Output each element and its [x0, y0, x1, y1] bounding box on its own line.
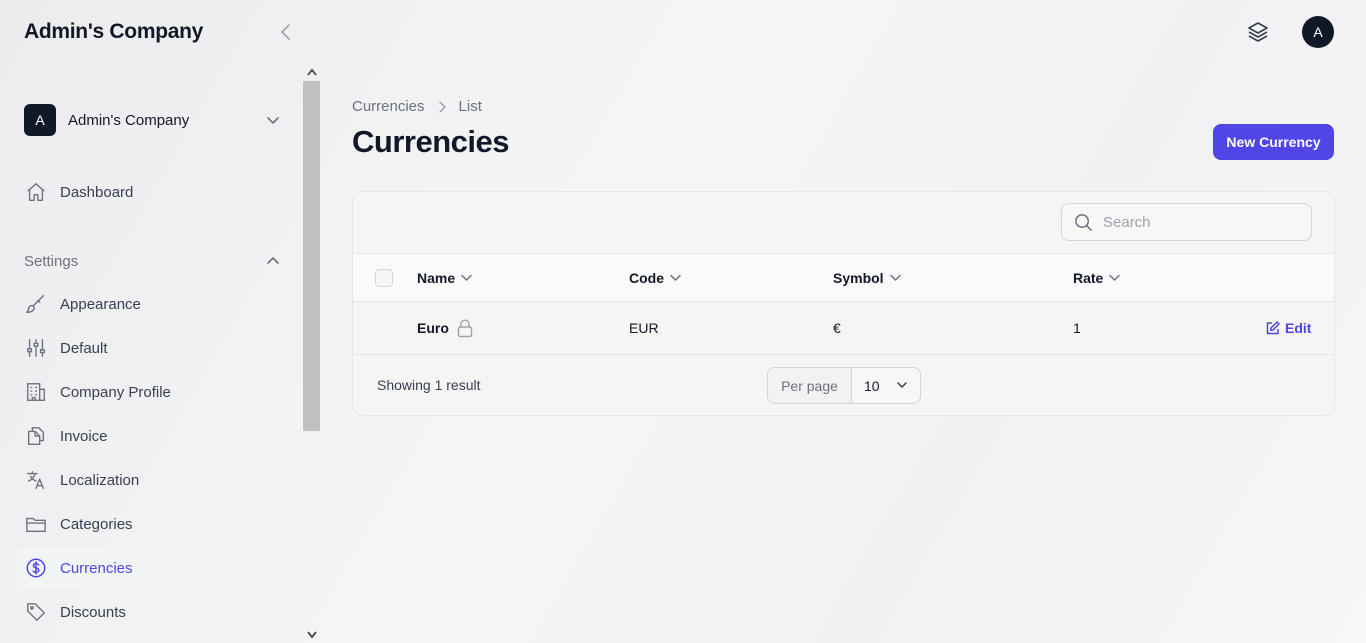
- sidebar-item-label: Appearance: [60, 295, 141, 313]
- sliders-icon: [24, 336, 48, 360]
- column-header-symbol[interactable]: Symbol: [833, 254, 901, 301]
- sort-chevron-icon: [1109, 274, 1121, 282]
- folder-icon: [24, 512, 48, 536]
- sidebar-item-appearance[interactable]: Appearance: [16, 284, 286, 324]
- company-name: Admin's Company: [68, 111, 190, 129]
- user-avatar[interactable]: A: [1302, 16, 1334, 48]
- sidebar-item-currencies[interactable]: Currencies: [16, 548, 286, 588]
- sidebar-item-label: Categories: [60, 515, 133, 533]
- sidebar-item-localization[interactable]: Localization: [16, 460, 286, 500]
- sidebar-item-label: Default: [60, 339, 108, 357]
- sort-chevron-icon: [670, 274, 681, 282]
- table-row: Euro EUR € 1 Edit: [353, 302, 1334, 355]
- brand-title: Admin's Company: [24, 20, 204, 43]
- chevron-down-icon: [896, 379, 908, 391]
- scroll-up-button[interactable]: [303, 64, 320, 80]
- company-avatar: A: [24, 104, 56, 136]
- sidebar-item-label: Currencies: [60, 559, 133, 577]
- chevron-down-icon: [267, 117, 279, 124]
- per-page-value: 10: [864, 377, 880, 394]
- table-footer: Showing 1 result Per page 10: [353, 355, 1334, 415]
- company-switcher[interactable]: A Admin's Company: [24, 104, 280, 136]
- sidebar-item-company-profile[interactable]: Company Profile: [16, 372, 286, 412]
- currency-name: Euro: [417, 320, 449, 336]
- column-header-label: Name: [417, 269, 456, 286]
- triangle-down-icon: [306, 631, 317, 639]
- sidebar-item-label: Invoice: [60, 427, 108, 445]
- sort-chevron-icon: [889, 274, 901, 282]
- sidebar-item-label: Discounts: [60, 603, 126, 621]
- edit-button[interactable]: Edit: [1266, 302, 1311, 354]
- layers-button[interactable]: [1244, 18, 1272, 46]
- search-icon: [1075, 213, 1092, 231]
- settings-group-label: Settings: [24, 252, 79, 270]
- breadcrumb: Currencies List: [352, 98, 482, 115]
- language-icon: [24, 468, 48, 492]
- sort-chevron-icon: [461, 274, 472, 282]
- sidebar-item-label: Localization: [60, 471, 140, 489]
- lock-icon: [457, 318, 473, 338]
- document-duplicate-icon: [24, 424, 48, 448]
- per-page-control: Per page 10: [767, 367, 921, 404]
- sidebar-item-dashboard[interactable]: Dashboard: [16, 172, 286, 212]
- page-title: Currencies: [352, 124, 509, 159]
- column-header-code[interactable]: Code: [629, 254, 681, 301]
- per-page-label: Per page: [768, 368, 852, 403]
- search-field[interactable]: [1061, 203, 1312, 241]
- currency-dollar-icon: [24, 556, 48, 580]
- sidebar-scrollbar[interactable]: [303, 64, 320, 643]
- collapse-sidebar-button[interactable]: [274, 20, 296, 44]
- column-header-label: Rate: [1073, 269, 1104, 286]
- currencies-table-card: Name Code Symbol Rate Euro EUR € 1 Edit: [352, 191, 1335, 416]
- select-all-checkbox[interactable]: [375, 269, 393, 287]
- building-icon: [24, 380, 48, 404]
- cell-rate: 1: [1073, 320, 1081, 336]
- search-input[interactable]: [1103, 213, 1293, 231]
- scroll-down-button[interactable]: [303, 627, 320, 643]
- chevron-up-icon: [267, 257, 279, 264]
- pencil-square-icon: [1266, 321, 1280, 335]
- sidebar-item-label: Dashboard: [60, 183, 134, 201]
- table-header: Name Code Symbol Rate: [353, 253, 1334, 302]
- cell-symbol: €: [833, 320, 841, 336]
- layers-icon: [1248, 22, 1268, 42]
- results-count: Showing 1 result: [377, 377, 481, 393]
- tag-icon: [24, 600, 48, 624]
- sidebar-item-label: Company Profile: [60, 383, 171, 401]
- cell-name: Euro: [417, 302, 473, 354]
- new-currency-button[interactable]: New Currency: [1213, 124, 1334, 160]
- chevron-right-icon: [437, 100, 447, 113]
- scroll-thumb[interactable]: [303, 81, 320, 431]
- sidebar-item-invoice[interactable]: Invoice: [16, 416, 286, 456]
- chevron-left-icon: [281, 24, 290, 40]
- edit-label: Edit: [1285, 320, 1312, 336]
- breadcrumb-current: List: [458, 98, 482, 115]
- sidebar: Admin's Company A Admin's Company Dashbo…: [0, 0, 320, 643]
- home-icon: [24, 180, 48, 204]
- sidebar-item-categories[interactable]: Categories: [16, 504, 286, 544]
- triangle-up-icon: [306, 68, 317, 76]
- column-header-label: Code: [629, 269, 664, 286]
- paintbrush-icon: [24, 292, 48, 316]
- column-header-label: Symbol: [833, 269, 884, 286]
- column-header-rate[interactable]: Rate: [1073, 254, 1121, 301]
- sidebar-item-default[interactable]: Default: [16, 328, 286, 368]
- breadcrumb-link-currencies[interactable]: Currencies: [352, 98, 425, 115]
- sidebar-item-discounts[interactable]: Discounts: [16, 592, 286, 632]
- cell-code: EUR: [629, 320, 659, 336]
- column-header-name[interactable]: Name: [417, 254, 472, 301]
- settings-group-toggle[interactable]: Settings: [24, 250, 280, 272]
- per-page-select[interactable]: 10: [852, 368, 920, 403]
